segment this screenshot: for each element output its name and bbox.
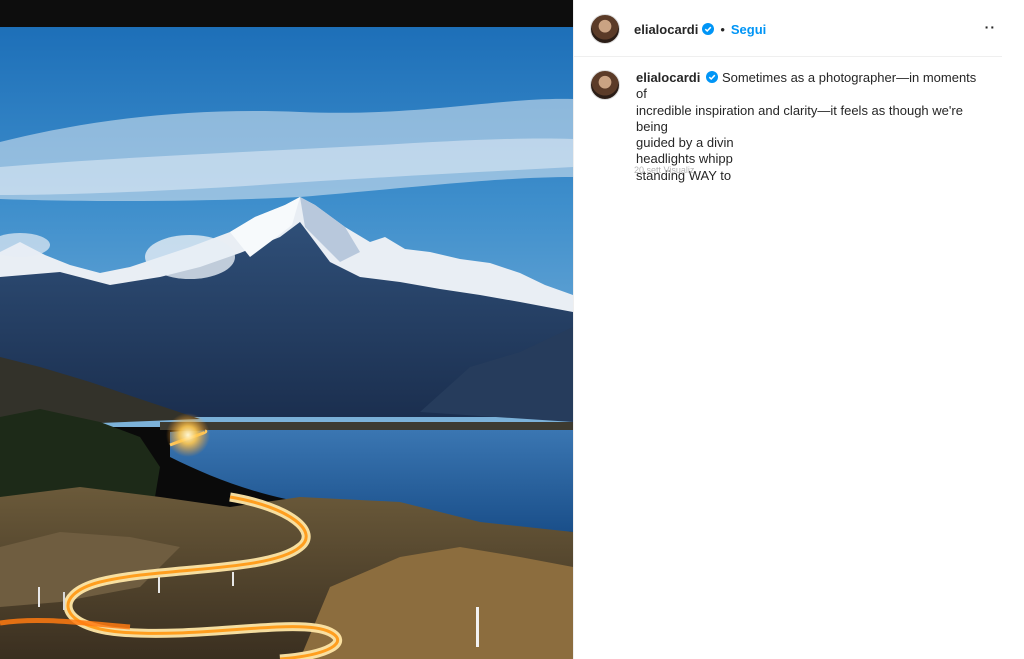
caption-avatar[interactable] xyxy=(590,70,620,100)
post-side-panel: elialocardi • Segui ·· elialocardi Somet… xyxy=(573,0,1002,659)
caption-username[interactable]: elialocardi xyxy=(636,70,700,85)
header-username[interactable]: elialocardi xyxy=(634,22,698,37)
caption-line-3: guided by a divin xyxy=(636,135,734,151)
caption-line-2: incredible inspiration and clarity—it fe… xyxy=(636,102,963,134)
verified-badge-icon xyxy=(706,71,719,83)
verified-badge-icon xyxy=(702,23,715,35)
post-timestamp-faded: 20 sett Visualiz xyxy=(634,165,695,173)
avatar[interactable] xyxy=(590,14,620,44)
post-header: elialocardi • Segui ·· xyxy=(574,2,1002,57)
post-photo[interactable] xyxy=(0,0,573,659)
more-options-icon[interactable]: ·· xyxy=(985,19,996,35)
follow-button[interactable]: Segui xyxy=(731,22,766,37)
separator-dot: • xyxy=(720,21,725,37)
landscape-image xyxy=(0,27,573,659)
photo-top-strip xyxy=(0,0,573,27)
